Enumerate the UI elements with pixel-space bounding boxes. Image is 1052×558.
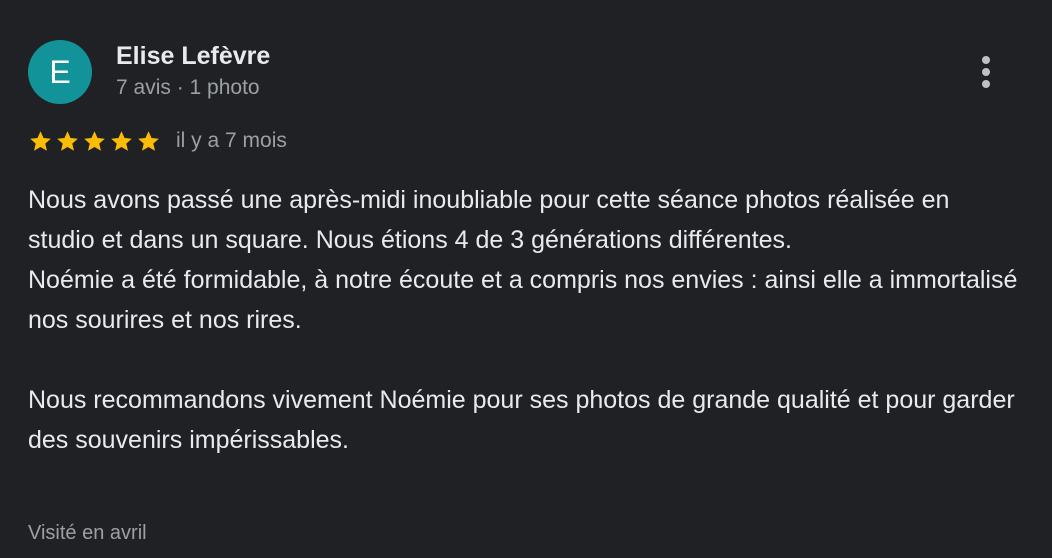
star-rating (28, 129, 163, 154)
star-icon (84, 130, 105, 151)
star-icon (30, 130, 51, 151)
review-paragraph-1: Nous avons passé une après-midi inoublia… (28, 186, 1018, 334)
star-icon (111, 130, 132, 151)
more-vert-icon (982, 56, 990, 88)
reviewer-meta: 7 avis · 1 photo (116, 76, 260, 99)
review-date: il y a 7 mois (176, 129, 287, 152)
star-icon (138, 130, 159, 151)
review-paragraph-2: Nous recommandons vivement Noémie pour s… (28, 386, 1015, 454)
reviewer-name[interactable]: Elise Lefèvre (116, 40, 270, 72)
avatar[interactable]: E (28, 40, 92, 104)
review-card: E Elise Lefèvre 7 avis · 1 photo il y a … (0, 0, 1052, 558)
more-options-button[interactable] (966, 48, 1006, 96)
rating-row: il y a 7 mois (28, 126, 287, 156)
avatar-initial: E (49, 53, 71, 90)
visited-date: Visité en avril (28, 522, 147, 544)
star-icon (57, 130, 78, 151)
review-text: Nous avons passé une après-midi inoublia… (28, 180, 1018, 460)
